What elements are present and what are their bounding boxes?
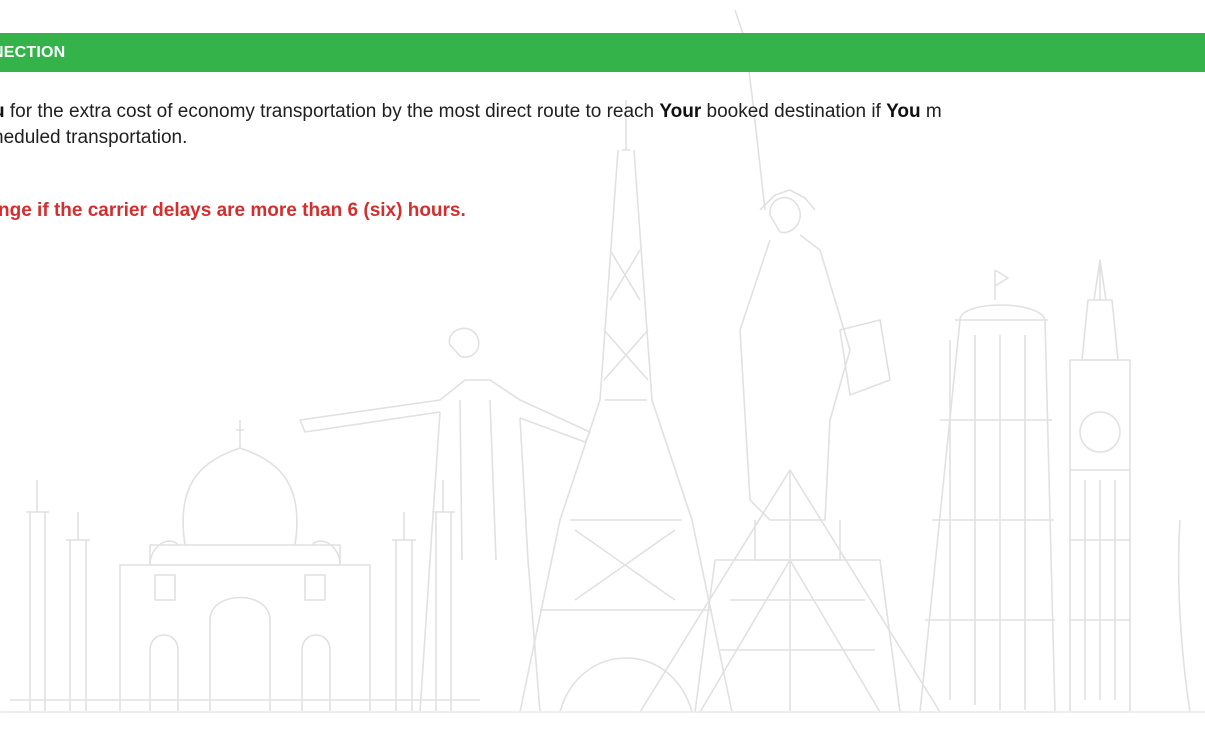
- pisa-tower-illustration: [919, 269, 1056, 713]
- coverage-condition-note: nge if the carrier delays are more than …: [0, 200, 466, 221]
- taj-mahal-illustration: [10, 420, 480, 713]
- emphasis-your: Your: [659, 101, 702, 122]
- section-header-bar: NECTION: [0, 33, 1205, 72]
- description-text: for the extra cost of economy transporta…: [4, 101, 660, 122]
- description-text: m: [920, 101, 942, 122]
- eiffel-tower-illustration: [519, 100, 733, 713]
- big-ben-illustration: [1069, 259, 1131, 713]
- description-line-1: u for the extra cost of economy transpor…: [0, 99, 1205, 125]
- document-page: NECTION u for the extra cost of economy …: [0, 0, 1205, 734]
- coverage-description: u for the extra cost of economy transpor…: [0, 99, 1205, 151]
- emphasis-you: You: [886, 101, 921, 122]
- description-text: booked destination if: [701, 101, 887, 122]
- section-title: NECTION: [0, 43, 66, 61]
- description-line-2: heduled transportation.: [0, 127, 188, 148]
- christ-redeemer-illustration: [299, 327, 591, 713]
